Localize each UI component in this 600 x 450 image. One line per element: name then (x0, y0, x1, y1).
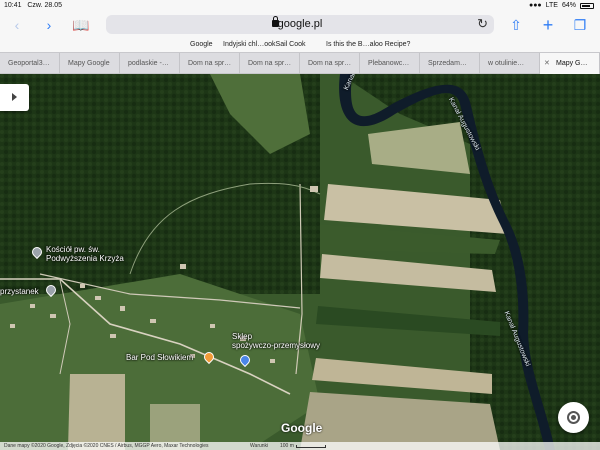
tab-label: podlaskie -… (128, 60, 169, 67)
map-attribution: Dane mapy ©2020 Google, Zdjęcia ©2020 CN… (4, 443, 209, 449)
tab-label: w otulinie… (488, 60, 525, 67)
status-carrier: LTE (545, 2, 558, 9)
status-battery: 64% (561, 2, 576, 9)
satellite-map[interactable]: Kościół pw. św. Podwyższenia Krzyża przys… (0, 74, 600, 450)
tab[interactable]: w otulinie… (480, 53, 540, 74)
bookmark-item[interactable]: Is this the B…aloo Recipe? (326, 41, 410, 48)
tab[interactable]: Dom na spr… (240, 53, 300, 74)
tab[interactable]: Plebanowc… (360, 53, 420, 74)
tab-active[interactable]: ✕ Mapy G… (540, 53, 600, 74)
scale-bar (296, 445, 326, 448)
tab-label: Plebanowc… (368, 60, 410, 67)
tab[interactable]: Geoportal3… (0, 53, 60, 74)
bookmarks-book-icon[interactable]: 📖 (72, 16, 90, 34)
back-icon[interactable]: ‹ (8, 16, 26, 34)
tab[interactable]: Mapy Google (60, 53, 120, 74)
expand-panel-button[interactable] (0, 84, 29, 111)
status-time: 10:41 (4, 2, 22, 9)
my-location-button[interactable] (558, 402, 589, 433)
tab-label: Geoportal3… (8, 60, 50, 67)
tab-label: Dom na spr… (308, 60, 352, 67)
forward-icon[interactable]: › (40, 16, 58, 34)
bookmark-item[interactable]: Google (190, 41, 213, 48)
address-url: google.pl (277, 18, 323, 30)
tab[interactable]: Sprzedam… (420, 53, 480, 74)
browser-toolbar: ‹ › 📖 google.pl ↻ ⇧ + ❐ (0, 12, 600, 38)
map-label-church[interactable]: Kościół pw. św. Podwyższenia Krzyża (46, 245, 124, 263)
status-date: Czw. 28.05 (27, 2, 63, 9)
close-icon[interactable]: ✕ (544, 59, 550, 67)
tab-label: Mapy G… (556, 60, 588, 67)
map-label-stop[interactable]: przystanek (0, 287, 39, 296)
terms-link[interactable]: Warunki (250, 443, 268, 449)
map-label-bar[interactable]: Bar Pod Słowikiem (126, 353, 193, 362)
status-bar: 10:41 Czw. 28.05 ●●● LTE 64% (0, 0, 600, 12)
tab[interactable]: podlaskie -… (120, 53, 180, 74)
new-tab-icon[interactable]: + (539, 16, 557, 34)
tab[interactable]: Dom na spr… (180, 53, 240, 74)
address-bar[interactable]: google.pl ↻ (106, 15, 494, 34)
tabs-overview-icon[interactable]: ❐ (571, 16, 589, 34)
map-footer: Dane mapy ©2020 Google, Zdjęcia ©2020 CN… (0, 442, 600, 450)
scale-label: 100 m (280, 443, 294, 449)
tab-strip: Geoportal3… Mapy Google podlaskie -… Dom… (0, 52, 600, 74)
tab-label: Dom na spr… (248, 60, 292, 67)
reload-icon[interactable]: ↻ (477, 16, 488, 32)
bookmarks-bar: Google Indyjski chl…ookSail Cook Is this… (0, 38, 600, 52)
tab-label: Dom na spr… (188, 60, 232, 67)
google-logo: Google (281, 421, 323, 435)
tab-label: Mapy Google (68, 60, 110, 67)
share-icon[interactable]: ⇧ (507, 16, 525, 34)
map-label-shop[interactable]: Sklep spożywczo-przemysłowy (232, 332, 320, 350)
battery-icon (580, 2, 594, 9)
bookmark-item[interactable]: Indyjski chl…ookSail Cook (223, 41, 305, 48)
signal-icon: ●●● (528, 2, 542, 9)
tab[interactable]: Dom na spr… (300, 53, 360, 74)
tab-label: Sprzedam… (428, 60, 467, 67)
